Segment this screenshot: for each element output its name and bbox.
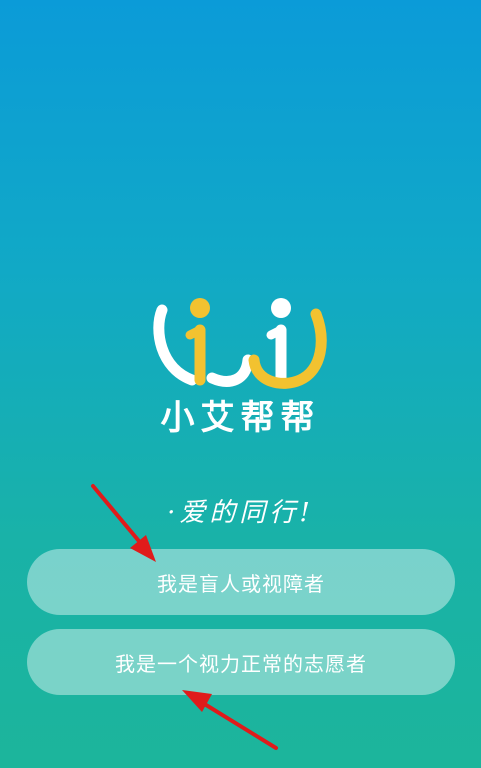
volunteer-button[interactable]: 我是一个视力正常的志愿者 xyxy=(27,629,455,695)
logo-area: 小艾帮帮 xyxy=(0,290,481,450)
app-name: 小艾帮帮 xyxy=(160,398,321,438)
red-arrow-bottom-icon xyxy=(182,690,278,750)
slogan-text: ·爱的同行! xyxy=(167,498,314,528)
blind-user-button[interactable]: 我是盲人或视障者 xyxy=(27,549,455,615)
xiaoai-logo-icon xyxy=(153,298,327,389)
